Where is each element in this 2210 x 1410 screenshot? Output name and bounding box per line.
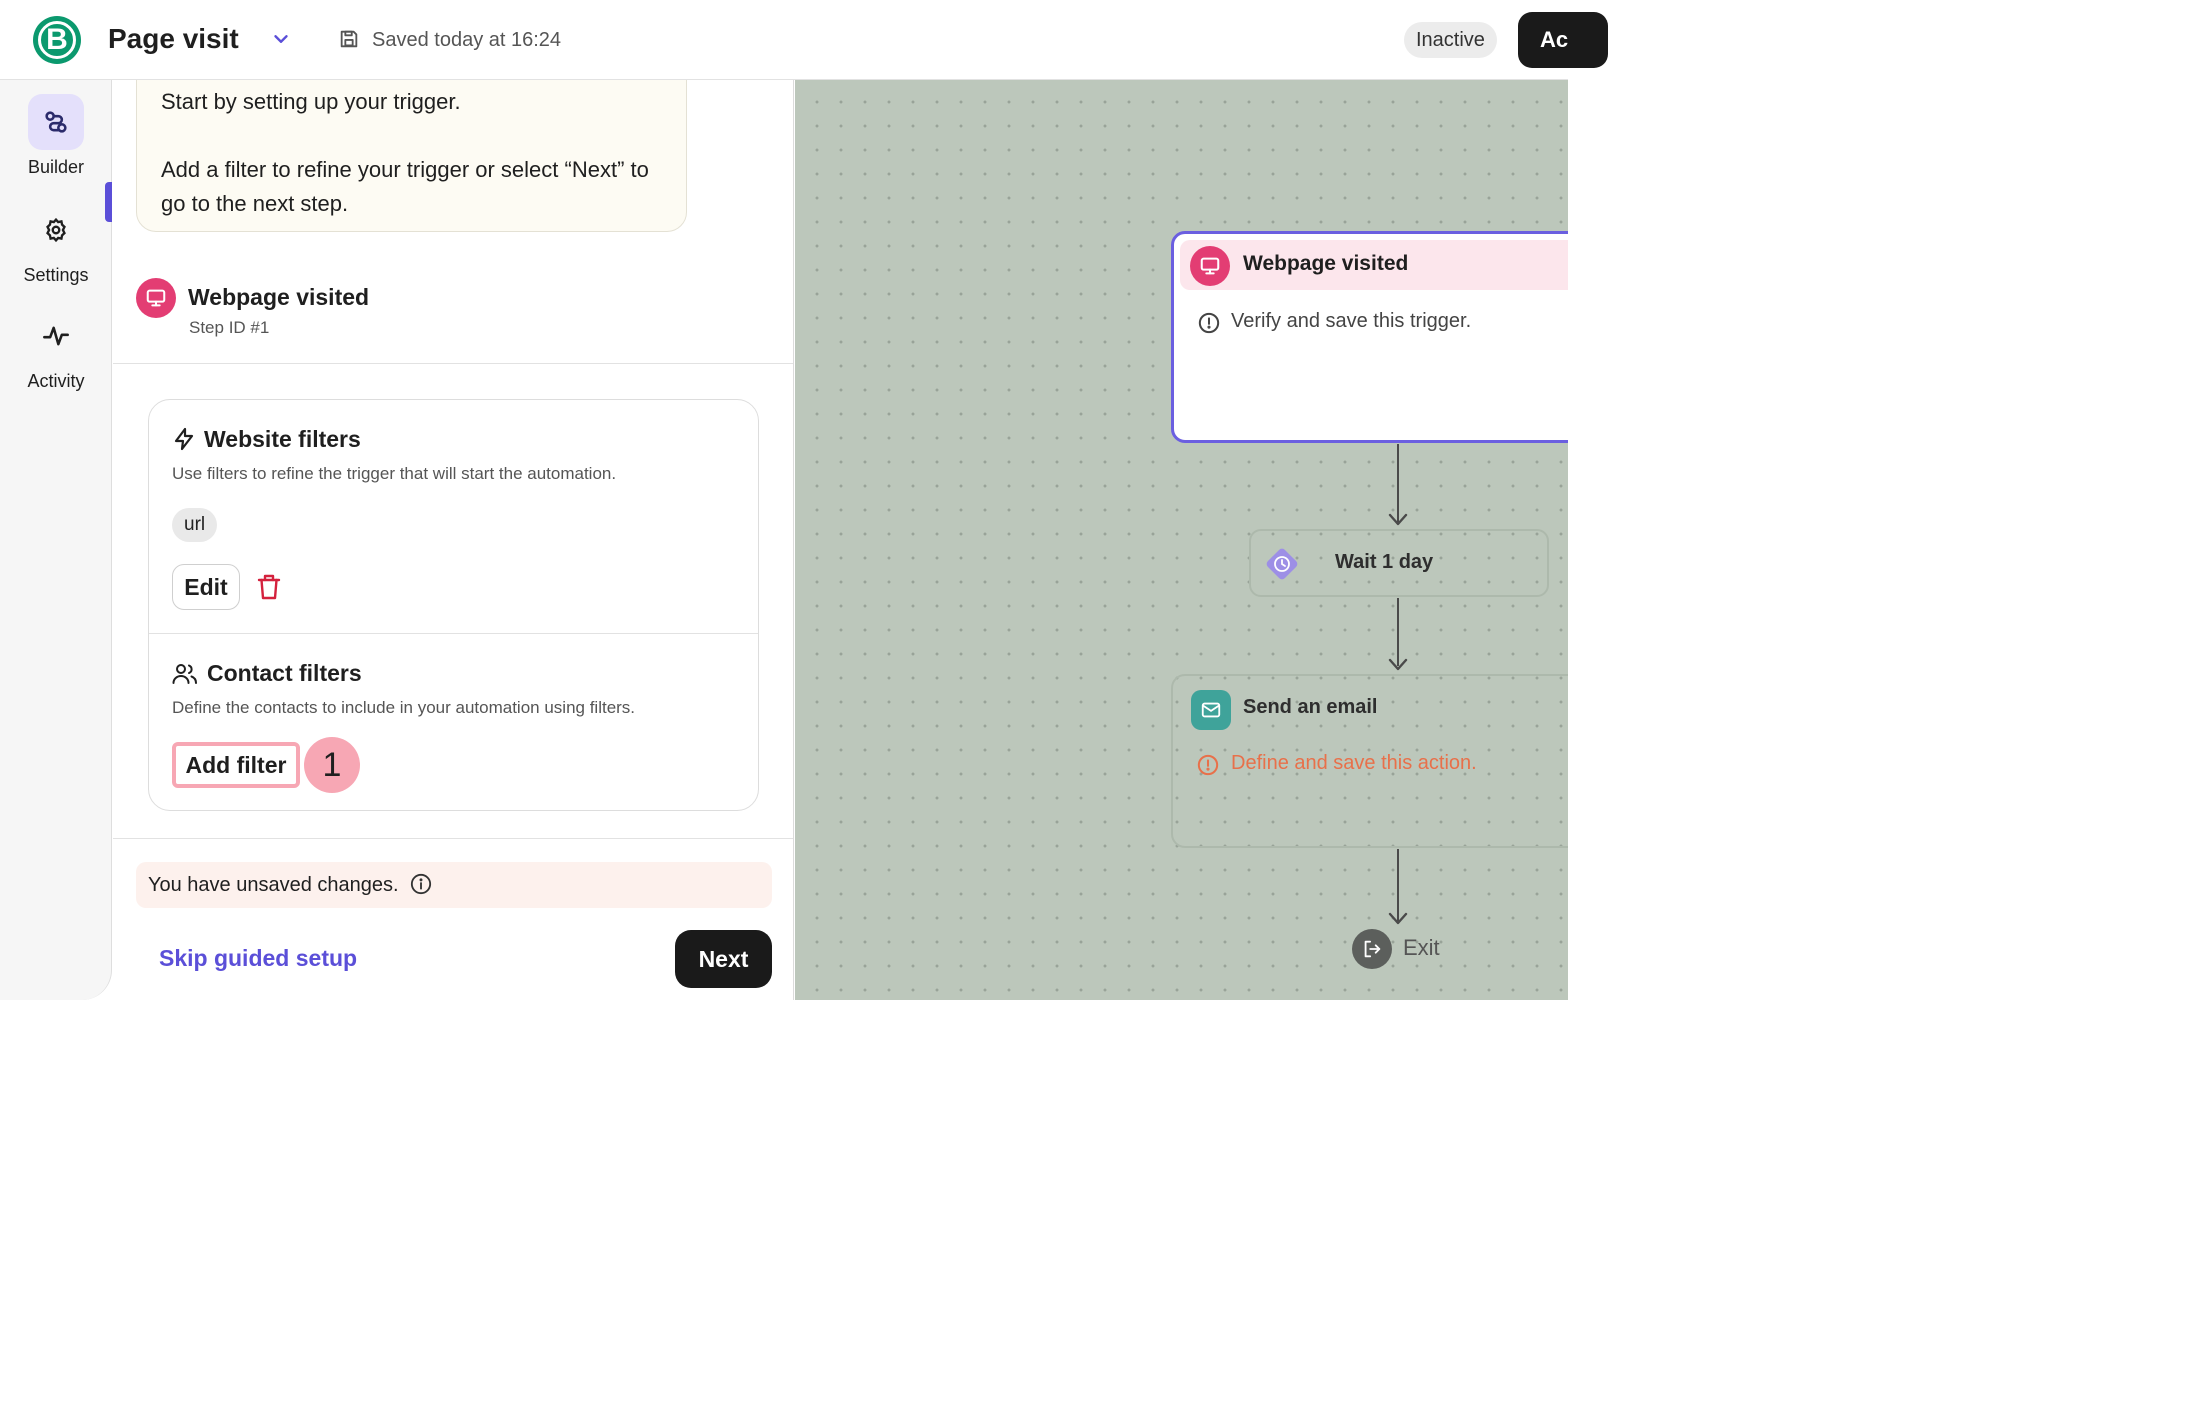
trigger-node[interactable]: Webpage visited Verify and save this tri… [1171,231,1568,443]
unsaved-changes-notice: You have unsaved changes. [136,862,772,908]
builder-icon [45,111,67,133]
saved-status: Saved today at 16:24 [372,29,562,51]
step-id: Step ID #1 [189,318,270,337]
contact-filters-title: Contact filters [207,660,362,686]
alert-circle-icon [1197,754,1219,776]
left-rail: Builder Settings Activity [0,80,112,1000]
guided-tip: Start by setting up your trigger. Add a … [136,80,687,232]
activate-button[interactable]: Ac [1518,12,1608,68]
page-title: Page visit [108,23,239,54]
status-badge: Inactive [1404,22,1497,58]
step-title: Webpage visited [188,284,370,310]
users-icon [172,664,197,684]
trigger-node-title: Webpage visited [1243,252,1409,275]
connector-line [1397,598,1399,666]
divider [113,363,793,364]
brevo-logo[interactable]: B [33,16,81,64]
contact-filters-description: Define the contacts to include in your a… [172,698,636,717]
send-email-node[interactable]: Send an email Define and save this actio… [1171,674,1568,848]
envelope-icon [1191,690,1231,730]
top-bar: B Page visit Saved today at 16:24 Inacti… [0,0,1608,80]
rail-item-activity[interactable]: Activity [0,308,112,392]
add-filter-button[interactable]: Add filter [172,742,300,788]
card-divider [149,633,758,634]
clock-icon [1266,548,1298,580]
filters-card: Website filters Use filters to refine th… [148,399,759,811]
wait-node-label: Wait 1 day [1335,551,1434,573]
rail-label-activity: Activity [27,371,85,391]
rail-item-builder[interactable]: Builder [0,94,112,178]
alert-circle-icon [1198,312,1220,334]
tip-line-1: Start by setting up your trigger. [161,89,461,114]
arrow-down-icon [1388,513,1408,526]
unsaved-text: You have unsaved changes. [148,874,399,896]
send-email-node-title: Send an email [1243,696,1378,718]
skip-guided-setup-link[interactable]: Skip guided setup [159,942,357,974]
info-icon[interactable] [410,873,432,895]
website-filters-title: Website filters [204,426,361,452]
connector-line [1397,444,1399,522]
tip-line-2: Add a filter to refine your trigger or s… [161,157,649,216]
rail-item-settings[interactable]: Settings [0,202,112,286]
edit-filter-button[interactable]: Edit [172,564,240,610]
arrow-down-icon [1388,912,1408,925]
pulse-icon [43,326,69,346]
arrow-down-icon [1388,658,1408,671]
divider [113,838,793,839]
save-icon [340,30,358,48]
exit-icon [1352,929,1392,969]
trash-icon[interactable] [257,574,281,600]
url-filter-chip[interactable]: url [172,508,218,542]
chevron-down-icon[interactable] [270,28,292,50]
step-number-marker: 1 [304,737,360,793]
gear-icon [46,217,66,243]
monitor-icon [1190,246,1230,286]
connector-line [1397,849,1399,921]
website-filters-description: Use filters to refine the trigger that w… [172,464,617,483]
rail-label-settings: Settings [23,265,89,285]
workflow-canvas[interactable]: Webpage visited Verify and save this tri… [795,80,1568,1000]
lightning-icon [174,427,194,451]
logo-letter: B [46,23,68,56]
exit-label: Exit [1403,935,1440,960]
step-panel: Start by setting up your trigger. Add a … [113,80,794,1000]
rail-label-builder: Builder [27,157,85,177]
monitor-icon [136,278,176,318]
send-email-node-message: Define and save this action. [1231,752,1477,774]
trigger-node-header: Webpage visited [1180,240,1568,290]
trigger-node-message: Verify and save this trigger. [1231,310,1472,332]
next-button[interactable]: Next [675,930,772,988]
wait-node[interactable]: Wait 1 day [1249,529,1549,597]
